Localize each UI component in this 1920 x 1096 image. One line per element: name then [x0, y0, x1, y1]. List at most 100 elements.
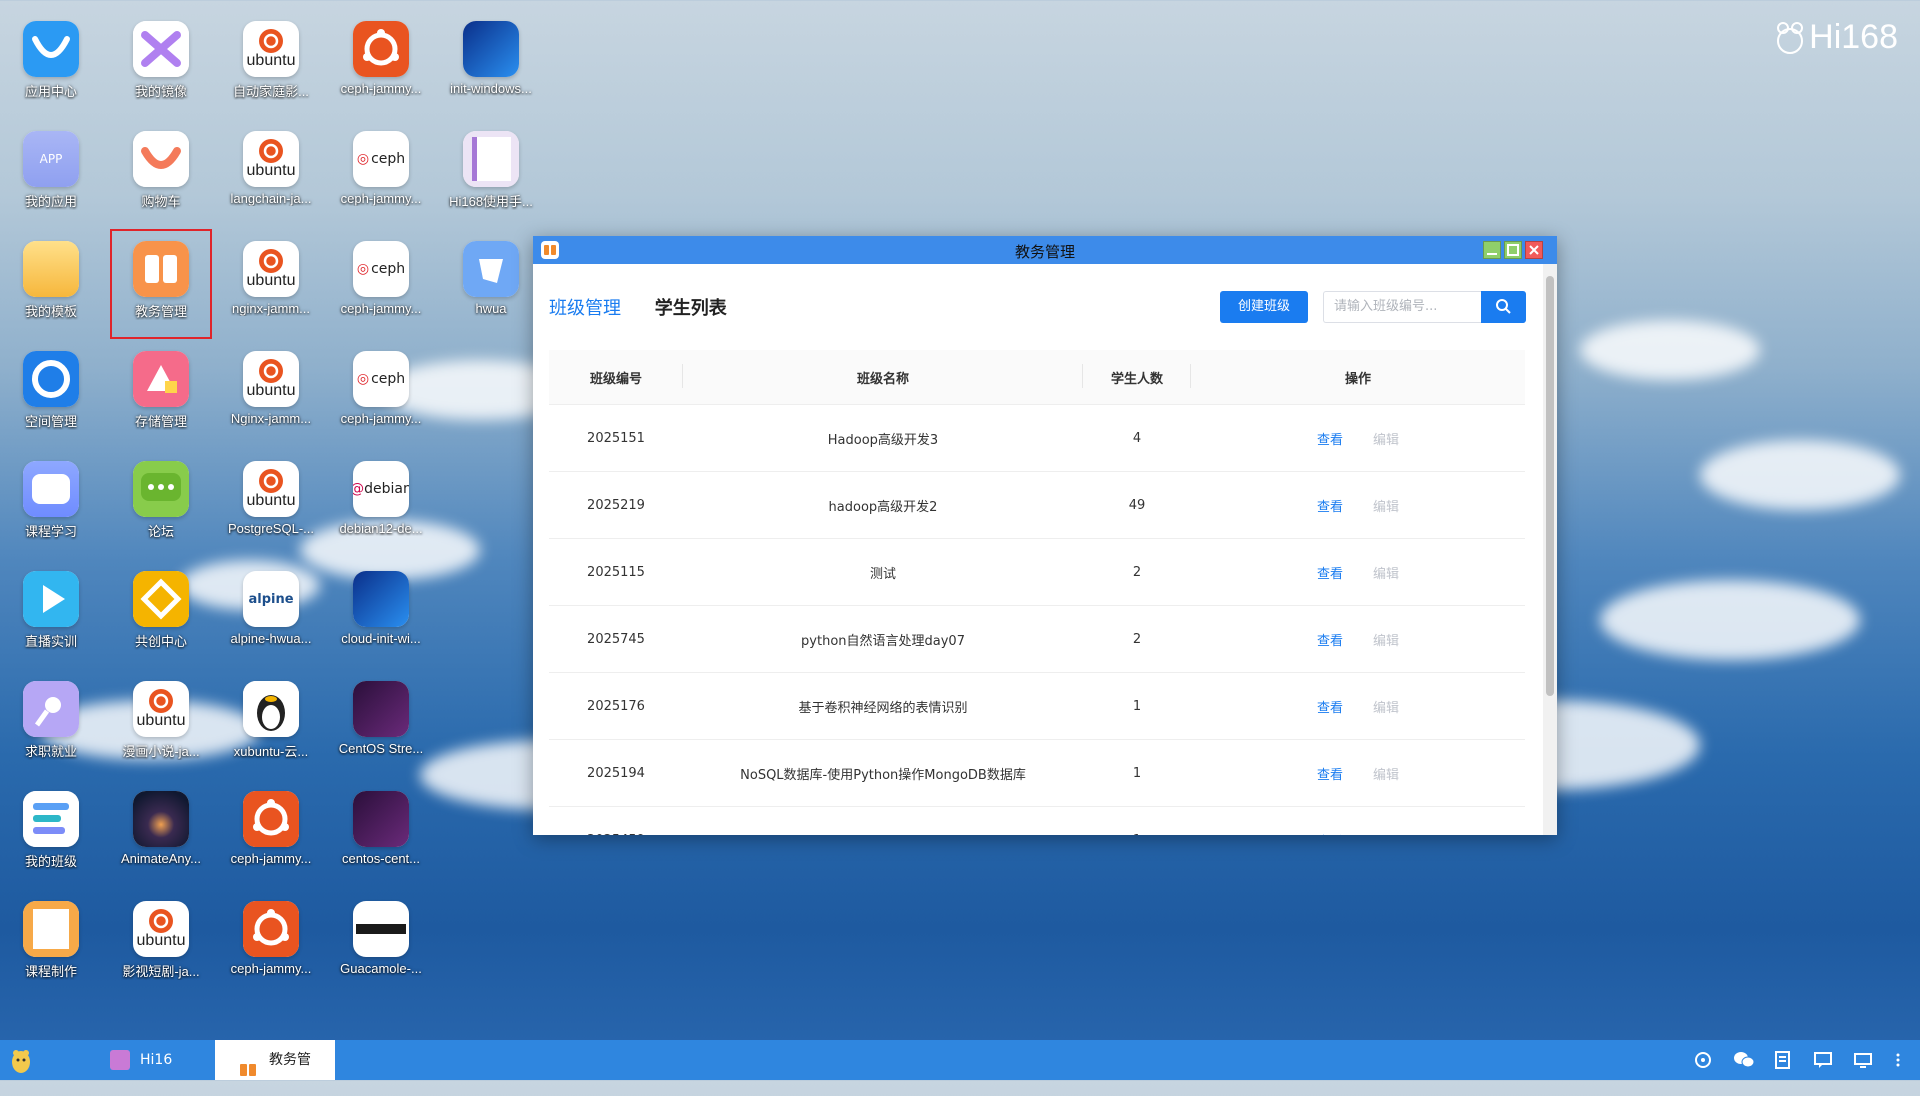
tux-icon — [243, 681, 299, 737]
view-link[interactable]: 查看 — [1317, 634, 1343, 649]
manual-icon — [110, 1050, 130, 1070]
desktop-icon[interactable]: ubuntu langchain-ja... — [216, 109, 326, 219]
view-link[interactable]: 查看 — [1317, 433, 1343, 448]
desktop-icon[interactable]: 求职就业 — [0, 659, 106, 769]
cell-student-count: 2 — [1083, 605, 1191, 673]
cell-actions: 查看 编辑 — [1191, 672, 1525, 740]
desktop-icon-label: langchain-ja... — [230, 191, 312, 206]
edit-link[interactable]: 编辑 — [1373, 701, 1399, 716]
search-button[interactable] — [1481, 291, 1526, 323]
scrollbar-thumb[interactable] — [1546, 276, 1554, 696]
edit-link[interactable]: 编辑 — [1373, 567, 1399, 582]
close-button[interactable] — [1525, 241, 1543, 259]
cell-student-count: 1 — [1083, 806, 1191, 835]
desktop-icon[interactable]: ubuntu 自动家庭影... — [216, 0, 326, 109]
debian-icon: @debian — [353, 461, 409, 517]
desktop-icon[interactable]: ubuntu Nginx-jamm... — [216, 329, 326, 439]
desktop-icon[interactable]: ubuntu nginx-jamm... — [216, 219, 326, 329]
desktop-icon[interactable]: Guacamole-... — [326, 879, 436, 989]
desktop-icon-label: 我的应用 — [24, 194, 77, 209]
desktop-icon[interactable]: ubuntu 漫画小说-ja... — [106, 659, 216, 769]
tab-bar: 班级管理 学生列表 — [549, 294, 755, 320]
desktop-icon[interactable]: CentOS Stre... — [326, 659, 436, 769]
storage-icon — [133, 351, 189, 407]
cell-class-id: 2025151 — [549, 404, 683, 472]
desktop-icon[interactable]: 课程学习 — [0, 439, 106, 549]
view-link[interactable]: 查看 — [1317, 835, 1343, 836]
edit-link[interactable]: 编辑 — [1373, 500, 1399, 515]
table-row: 2025745 python自然语言处理day07 2 查看 编辑 — [549, 605, 1525, 673]
edit-link[interactable]: 编辑 — [1373, 433, 1399, 448]
desktop-icon[interactable]: APP 我的应用 — [0, 109, 106, 219]
search-input[interactable]: 请输入班级编号... — [1323, 291, 1481, 323]
window-titlebar[interactable]: 教务管理 — [533, 236, 1557, 264]
desktop-icon[interactable]: ceph-jammy... — [216, 769, 326, 879]
wechat-icon[interactable] — [1733, 1050, 1755, 1070]
brand-logo: Hi168 — [1775, 18, 1898, 57]
tab-student-list[interactable]: 学生列表 — [655, 294, 727, 320]
windows-icon — [463, 21, 519, 77]
desktop-icon[interactable]: ubuntu 影视短剧-ja... — [106, 879, 216, 989]
edit-link[interactable]: 编辑 — [1373, 835, 1399, 836]
cell-class-name: 测试 — [683, 806, 1083, 835]
desktop-icon-label: alpine-hwua... — [230, 631, 312, 646]
cell-class-name: 基于卷积神经网络的表情识别 — [683, 672, 1083, 740]
taskbar-item-edu[interactable]: 教务管 — [215, 1040, 335, 1080]
desktop-icon[interactable]: init-windows... — [436, 0, 546, 109]
desktop-icon[interactable]: xubuntu-云... — [216, 659, 326, 769]
desktop-icon[interactable]: 应用中心 — [0, 0, 106, 109]
minimize-button[interactable] — [1483, 241, 1501, 259]
edit-link[interactable]: 编辑 — [1373, 634, 1399, 649]
desktop-icon[interactable]: 课程制作 — [0, 879, 106, 989]
monitor-icon[interactable] — [1853, 1050, 1873, 1070]
desktop-icon[interactable]: ◎ ceph ceph-jammy... — [326, 109, 436, 219]
desktop-icon[interactable]: ceph-jammy... — [216, 879, 326, 989]
more-icon[interactable] — [1893, 1050, 1903, 1070]
edit-link[interactable]: 编辑 — [1373, 768, 1399, 783]
desktop-icon[interactable]: ceph-jammy... — [326, 0, 436, 109]
class-icon — [23, 791, 79, 847]
tab-class-management[interactable]: 班级管理 — [549, 294, 621, 320]
desktop-icon[interactable]: Hi168使用手... — [436, 109, 546, 219]
maximize-button[interactable] — [1504, 241, 1522, 259]
desktop-icon[interactable]: 共创中心 — [106, 549, 216, 659]
desktop-icon[interactable]: 直播实训 — [0, 549, 106, 659]
desktop-icon[interactable]: cloud-init-wi... — [326, 549, 436, 659]
create-class-button[interactable]: 创建班级 — [1220, 291, 1308, 323]
start-button[interactable] — [6, 1040, 36, 1080]
view-link[interactable]: 查看 — [1317, 701, 1343, 716]
view-link[interactable]: 查看 — [1317, 567, 1343, 582]
taskbar-item-hi168[interactable]: Hi16 — [110, 1040, 210, 1080]
col-class-id: 班级编号 — [549, 350, 683, 405]
desktop-icon[interactable]: 购物车 — [106, 109, 216, 219]
notes-icon[interactable] — [1773, 1050, 1793, 1070]
hotspot-icon[interactable] — [1693, 1050, 1713, 1070]
table-row: 2025459测试1 查看 编辑 — [549, 806, 1525, 836]
desktop-icon[interactable]: 存储管理 — [106, 329, 216, 439]
animate-icon — [133, 791, 189, 847]
desktop-icon[interactable]: ubuntu PostgreSQL-... — [216, 439, 326, 549]
desktop-icon-label: Guacamole-... — [340, 961, 422, 976]
ubuntu-icon: ubuntu — [133, 901, 189, 957]
desktop-icon-label: Hi168使用手... — [449, 194, 533, 209]
desktop-icon[interactable]: ◎ ceph ceph-jammy... — [326, 329, 436, 439]
desktop-icon[interactable]: hwua — [436, 219, 546, 329]
desktop-icon[interactable]: alpine alpine-hwua... — [216, 549, 326, 659]
desktop-icon[interactable]: ◎ ceph ceph-jammy... — [326, 219, 436, 329]
cell-class-name: 测试 — [683, 538, 1083, 606]
desktop-icon[interactable]: 我的镜像 — [106, 0, 216, 109]
view-link[interactable]: 查看 — [1317, 768, 1343, 783]
vertical-scrollbar[interactable] — [1543, 264, 1557, 835]
chat-icon[interactable] — [1813, 1050, 1833, 1070]
desktop-icon-label: 应用中心 — [24, 84, 77, 99]
desktop-icon[interactable]: 我的模板 — [0, 219, 106, 329]
guac-icon — [353, 901, 409, 957]
desktop-icon[interactable]: 我的班级 — [0, 769, 106, 879]
view-link[interactable]: 查看 — [1317, 500, 1343, 515]
desktop-icon[interactable]: 空间管理 — [0, 329, 106, 439]
desktop-icon[interactable]: 论坛 — [106, 439, 216, 549]
desktop-icon[interactable]: AnimateAny... — [106, 769, 216, 879]
desktop-icon[interactable]: @debian debian12-de... — [326, 439, 436, 549]
bear-start-icon — [12, 1050, 30, 1073]
desktop-icon[interactable]: centos-cent... — [326, 769, 436, 879]
